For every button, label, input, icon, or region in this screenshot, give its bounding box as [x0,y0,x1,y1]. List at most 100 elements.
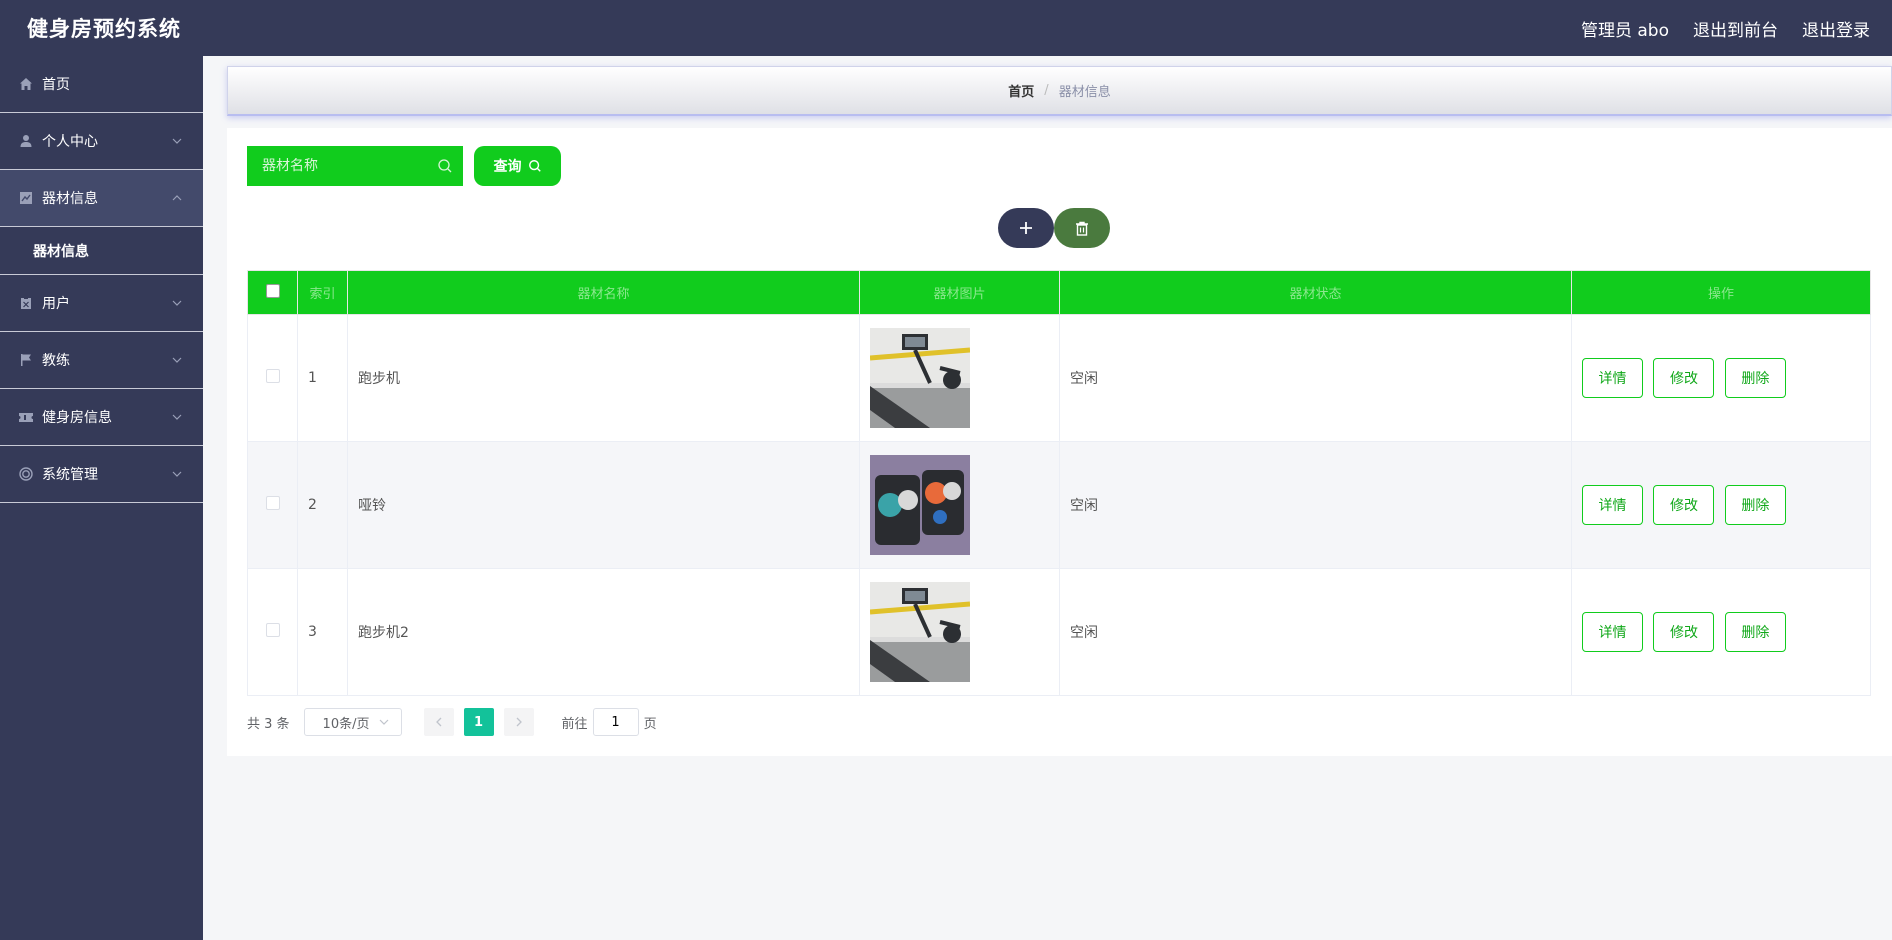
search-box [247,146,463,186]
edit-button[interactable]: 修改 [1653,485,1715,525]
clipboard-icon [18,295,34,311]
breadcrumb-home[interactable]: 首页 [1008,81,1034,100]
edit-button[interactable]: 修改 [1653,612,1715,652]
plus-icon [1020,222,1032,234]
delete-button[interactable]: 删除 [1724,485,1786,525]
equipment-name-search-input[interactable] [262,158,432,174]
row-index: 2 [297,441,348,569]
table-row: 2 哑铃 空闲 详情 修改 删除 [247,441,1871,569]
chevron-down-icon [172,357,182,363]
sidebar-item-label: 健身房信息 [42,410,112,426]
sidebar-item-gym-info[interactable]: 健身房信息 [0,389,203,446]
column-header-image: 器材图片 [859,270,1060,315]
dumbbells-image [870,455,970,555]
row-index: 1 [297,314,348,442]
row-status: 空闲 [1059,568,1572,696]
row-name: 跑步机 [347,314,860,442]
sidebar-subitem-equipment-info[interactable]: 器材信息 [0,227,203,275]
pagination-total: 共 3 条 [247,716,290,732]
chevron-down-icon [172,300,182,306]
sidebar-item-label: 个人中心 [42,134,98,150]
sidebar-item-users[interactable]: 用户 [0,275,203,332]
home-icon [18,76,34,92]
chevron-up-icon [172,195,182,201]
prev-page-button[interactable] [423,708,454,736]
query-button[interactable]: 查询 [474,146,561,186]
logout-link[interactable]: 退出登录 [1802,16,1870,41]
batch-delete-button[interactable] [1054,208,1110,248]
exit-to-front-link[interactable]: 退出到前台 [1693,16,1778,41]
chevron-left-icon [435,717,442,727]
row-image-cell [859,441,1060,569]
trash-icon [1076,221,1088,236]
detail-button[interactable]: 详情 [1582,612,1643,652]
treadmill-image [870,582,970,682]
sidebar-item-label: 器材信息 [42,191,98,207]
column-header-actions: 操作 [1571,270,1871,315]
row-checkbox[interactable] [265,623,280,637]
app-title: 健身房预约系统 [27,17,181,41]
sidebar-item-home[interactable]: 首页 [0,56,203,113]
select-all-checkbox[interactable] [265,283,280,298]
goto-label: 前往 [561,716,588,732]
breadcrumb-current: 器材信息 [1058,85,1111,100]
row-image-cell [859,568,1060,696]
sidebar-item-label: 用户 [42,296,70,312]
chevron-down-icon [379,719,388,725]
admin-user-label[interactable]: 管理员 abo [1581,16,1669,41]
column-header-index: 索引 [297,270,348,315]
row-name: 哑铃 [347,441,860,569]
row-checkbox[interactable] [265,496,280,510]
table-header-row: 索引 器材名称 器材图片 器材状态 操作 [247,270,1871,315]
row-actions: 详情 修改 删除 [1571,568,1871,696]
delete-button[interactable]: 删除 [1724,612,1786,652]
sidebar-item-label: 系统管理 [42,467,98,483]
sidebar-item-label: 首页 [42,77,70,93]
sidebar-item-label: 教练 [42,353,70,369]
delete-button[interactable]: 删除 [1724,358,1786,398]
top-bar: 健身房预约系统 管理员 abo 退出到前台 退出登录 [0,0,1892,56]
header-links: 管理员 abo 退出到前台 退出登录 [1581,16,1870,41]
pagination: 共 3 条 10条/页 1 前往 页 [247,708,657,736]
row-select-cell [247,314,298,442]
chevron-down-icon [172,138,182,144]
goto-page-input[interactable] [592,708,639,736]
search-icon [528,160,541,172]
chevron-down-icon [172,471,182,477]
edit-button[interactable]: 修改 [1653,358,1715,398]
detail-button[interactable]: 详情 [1582,358,1643,398]
next-page-button[interactable] [503,708,534,736]
sidebar: 首页 个人中心 器材信息 器材信息 用户 教练 健身房信息 系统管理 [0,56,203,940]
sidebar-item-coach[interactable]: 教练 [0,332,203,389]
query-button-label: 查询 [493,159,522,175]
goto-suffix: 页 [643,716,657,732]
breadcrumb: 首页 / 器材信息 [227,66,1892,116]
row-actions: 详情 修改 删除 [1571,314,1871,442]
sidebar-item-equipment[interactable]: 器材信息 [0,170,203,227]
sidebar-item-profile[interactable]: 个人中心 [0,113,203,170]
equipment-table: 索引 器材名称 器材图片 器材状态 操作 1 跑步机 空闲 详情 修改 删除 2… [247,270,1871,696]
settings-icon [18,466,34,482]
page-size-select[interactable]: 10条/页 [303,708,402,736]
sidebar-item-system[interactable]: 系统管理 [0,446,203,503]
table-row: 3 跑步机2 空闲 详情 修改 删除 [247,568,1871,696]
chart-icon [18,190,34,206]
page-number-current[interactable]: 1 [463,708,494,736]
row-name: 跑步机2 [347,568,860,696]
row-status: 空闲 [1059,314,1572,442]
row-checkbox[interactable] [265,369,280,383]
row-select-cell [247,441,298,569]
select-all-cell [247,270,298,315]
row-index: 3 [297,568,348,696]
column-header-name: 器材名称 [347,270,860,315]
add-button[interactable] [998,208,1054,248]
breadcrumb-separator: / [1044,83,1049,98]
table-row: 1 跑步机 空闲 详情 修改 删除 [247,314,1871,442]
row-select-cell [247,568,298,696]
row-status: 空闲 [1059,441,1572,569]
ticket-icon [18,409,34,425]
column-header-status: 器材状态 [1059,270,1572,315]
search-icon [438,159,452,173]
row-actions: 详情 修改 删除 [1571,441,1871,569]
detail-button[interactable]: 详情 [1582,485,1643,525]
